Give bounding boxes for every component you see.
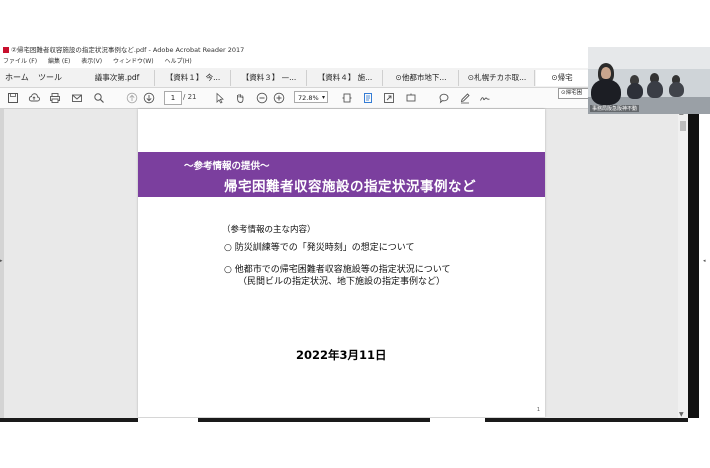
page-number-footer: 1 [536,407,540,413]
zoom-in-icon[interactable] [272,91,285,104]
contents-item-1: ○ 防災訓練等での「発災時刻」の想定について [224,243,415,253]
tab-document-1[interactable]: 議事次第.pdf [80,70,155,86]
pdf-page: 〜参考情報の提供〜 帰宅困難者収容施設の指定状況事例など （参考情報の主な内容）… [138,109,545,417]
tab-document-2[interactable]: 【資料１】 今... [156,70,231,86]
document-date: 2022年3月11日 [296,348,387,362]
banner-subtitle: 〜参考情報の提供〜 [184,161,270,172]
fit-page-icon[interactable] [340,91,353,104]
nav-home[interactable]: ホーム [5,72,29,83]
vertical-scrollbar[interactable]: ▲ ▼ [678,109,688,418]
full-screen-icon[interactable] [382,91,395,104]
print-icon[interactable] [48,91,61,104]
scrollbar-thumb[interactable] [680,121,686,131]
video-person-2-body [627,83,643,99]
tab-bar: ホーム ツール 議事次第.pdf 【資料１】 今... 【資料３】 —... 【… [0,68,600,88]
video-person-3-body [647,81,663,98]
video-thumbnail[interactable]: 事務局阪急阪神不動 [588,47,710,114]
page-total: / 21 [183,93,197,101]
tab-document-4[interactable]: 【資料４】 施... [308,70,383,86]
zoom-level-value: 72.8% [298,94,319,102]
bottom-border [0,418,688,422]
nav-tools[interactable]: ツール [38,72,62,83]
hand-tool-icon[interactable] [233,91,246,104]
bottom-border-gap [138,418,198,422]
select-cursor-icon[interactable] [213,91,226,104]
banner-title: 帰宅困難者収容施設の指定状況事例など [224,179,476,195]
next-page-icon[interactable] [142,91,155,104]
tab-document-active[interactable]: ⊙帰宅 [536,70,588,86]
cloud-upload-icon[interactable] [27,91,40,104]
contents-item-2-detail: （民間ビルの指定状況、地下施設の指定事例など） [238,277,446,287]
previous-page-icon[interactable] [125,91,138,104]
tab-document-3[interactable]: 【資料３】 —... [232,70,307,86]
menu-help[interactable]: ヘルプ(H) [165,58,192,65]
zoom-out-icon[interactable] [255,91,268,104]
window-title: ②帰宅困難者収容施設の指定状況事例など.pdf - Adobe Acrobat … [11,46,245,54]
chevron-down-icon: ▾ [321,94,325,101]
video-participant-label: 事務局阪急阪神不動 [590,105,640,112]
scroll-down-arrow-icon[interactable]: ▼ [679,411,684,418]
toolbar: 1 / 21 72.8% ▾ [0,88,600,109]
tab-document-5[interactable]: ⊙他都市地下... [384,70,459,86]
page-number-input[interactable]: 1 [164,91,182,105]
video-person-4-body [669,82,684,97]
video-person-body [591,79,621,105]
comment-icon[interactable] [437,91,450,104]
tab-document-6[interactable]: ⊙札幌チカホ取... [460,70,535,86]
menu-file[interactable]: ファイル (F) [3,58,37,65]
rotate-icon[interactable] [404,91,417,104]
signature-icon[interactable] [478,91,491,104]
acrobat-app-icon [3,47,9,53]
contents-header: （参考情報の主な内容） [222,225,316,235]
menu-window[interactable]: ウィンドウ(W) [113,58,154,65]
search-icon[interactable] [92,91,105,104]
menu-bar: ファイル (F) 編集 (E) 表示(V) ウィンドウ(W) ヘルプ(H) [0,57,600,67]
screen-share-border [688,109,699,418]
page-view-icon[interactable] [361,91,374,104]
email-icon[interactable] [70,91,83,104]
left-panel-arrow-icon[interactable]: ▸ [0,258,3,264]
window-title-bar: ②帰宅困難者収容施設の指定状況事例など.pdf - Adobe Acrobat … [0,45,603,56]
menu-edit[interactable]: 編集 (E) [48,58,70,65]
highlight-pen-icon[interactable] [458,91,471,104]
zoom-level-select[interactable]: 72.8% ▾ [294,91,328,103]
right-panel-arrow-icon[interactable]: ◂ [703,258,706,264]
save-icon[interactable] [6,91,19,104]
menu-view[interactable]: 表示(V) [81,58,102,65]
video-person-face [601,67,611,79]
title-banner: 〜参考情報の提供〜 帰宅困難者収容施設の指定状況事例など [138,152,545,197]
bottom-border-gap [430,418,485,422]
